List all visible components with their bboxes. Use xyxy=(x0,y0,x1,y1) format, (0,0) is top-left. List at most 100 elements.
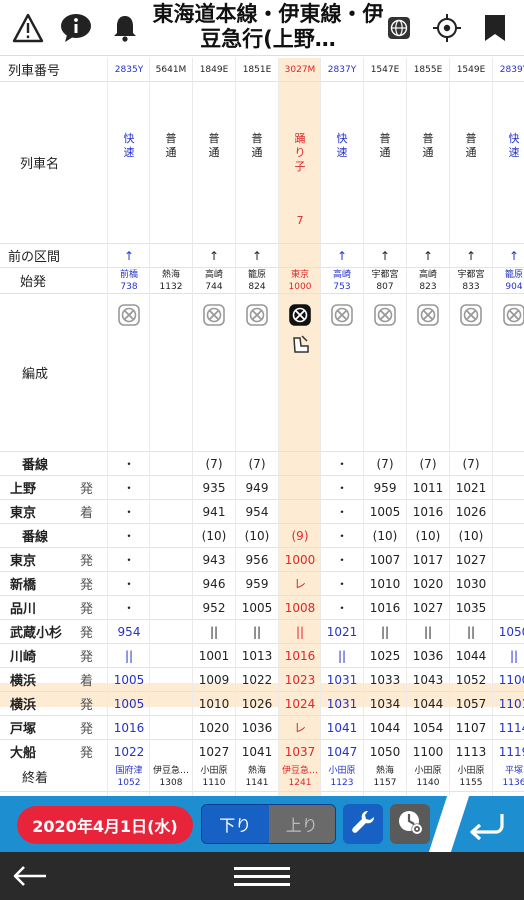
origin-cell[interactable]: 宇都宮 833 xyxy=(450,268,492,293)
time-cell[interactable]: 1005 xyxy=(108,668,150,691)
time-cell[interactable]: (7) xyxy=(193,452,235,475)
time-cell[interactable]: || xyxy=(108,644,150,667)
origin-cell[interactable]: 籠原 904 xyxy=(493,268,524,293)
prev-section-cell[interactable]: ↑ xyxy=(407,244,449,267)
prev-section-cell[interactable]: ↑ xyxy=(321,244,363,267)
time-cell[interactable]: 1036 xyxy=(407,644,449,667)
time-cell[interactable]: 1020 xyxy=(193,716,235,739)
time-cell[interactable]: ・ xyxy=(321,476,363,499)
date-button[interactable]: 2020年4月1日(水) xyxy=(17,806,193,844)
train-number-cell[interactable]: 2839Y xyxy=(493,58,524,81)
time-cell[interactable]: 959 xyxy=(364,476,406,499)
time-cell[interactable]: 1044 xyxy=(407,692,449,715)
time-cell[interactable]: 1026 xyxy=(236,692,278,715)
time-cell[interactable]: ・ xyxy=(321,524,363,547)
time-cell[interactable]: 1007 xyxy=(364,548,406,571)
time-cell[interactable]: ・ xyxy=(108,572,150,595)
time-cell[interactable]: ・ xyxy=(321,572,363,595)
time-cell[interactable]: 935 xyxy=(193,476,235,499)
nav-back-icon[interactable] xyxy=(10,862,50,890)
time-cell[interactable]: 1008 xyxy=(279,596,321,619)
time-cell[interactable]: 1005 xyxy=(236,596,278,619)
terminal-cell[interactable]: 小田原 1123 xyxy=(321,762,363,791)
formation-cell[interactable] xyxy=(364,294,406,451)
time-cell[interactable]: (7) xyxy=(364,452,406,475)
train-number-cell[interactable]: 2837Y xyxy=(321,58,363,81)
train-name-cell[interactable]: 普通 xyxy=(407,82,449,243)
prev-section-cell[interactable]: ↑ xyxy=(364,244,406,267)
time-cell[interactable]: (10) xyxy=(364,524,406,547)
time-cell[interactable]: 949 xyxy=(236,476,278,499)
time-cell[interactable]: 1107 xyxy=(450,716,492,739)
time-cell[interactable]: || xyxy=(364,620,406,643)
terminal-cell[interactable]: 伊豆急… 1308 xyxy=(150,762,192,791)
terminal-cell[interactable]: 小田原 1155 xyxy=(450,762,492,791)
time-cell[interactable]: || xyxy=(407,620,449,643)
train-name-cell[interactable]: 普通 xyxy=(193,82,235,243)
time-cell[interactable]: (7) xyxy=(236,452,278,475)
time-cell[interactable]: 1034 xyxy=(364,692,406,715)
train-name-cell[interactable]: 普通 xyxy=(236,82,278,243)
train-name-cell[interactable]: 快速 xyxy=(108,82,150,243)
terminal-cell[interactable]: 小田原 1110 xyxy=(193,762,235,791)
time-cell[interactable]: || xyxy=(279,620,321,643)
prev-section-cell[interactable]: ↑ xyxy=(450,244,492,267)
time-cell[interactable]: 1054 xyxy=(407,716,449,739)
time-cell[interactable]: 1113 xyxy=(450,740,492,763)
time-cell[interactable]: 1100 xyxy=(407,740,449,763)
time-cell[interactable]: 1035 xyxy=(450,596,492,619)
origin-cell[interactable]: 高崎 753 xyxy=(321,268,363,293)
train-number-cell[interactable]: 1851E xyxy=(236,58,278,81)
train-number-cell[interactable]: 1547E xyxy=(364,58,406,81)
time-cell[interactable]: 1041 xyxy=(236,740,278,763)
up-direction-button[interactable]: 上り xyxy=(268,805,335,843)
time-cell[interactable]: 1001 xyxy=(193,644,235,667)
time-cell[interactable]: ・ xyxy=(321,596,363,619)
nav-menu-icon[interactable] xyxy=(232,864,292,888)
time-settings-button[interactable] xyxy=(390,804,430,844)
time-cell[interactable]: || xyxy=(193,620,235,643)
origin-cell[interactable]: 高崎 744 xyxy=(193,268,235,293)
time-cell[interactable]: 1016 xyxy=(407,500,449,523)
time-cell[interactable]: 1009 xyxy=(193,668,235,691)
bell-icon[interactable] xyxy=(106,9,144,47)
time-cell[interactable]: 1037 xyxy=(279,740,321,763)
time-cell[interactable]: 1050 xyxy=(493,620,524,643)
time-cell[interactable]: || xyxy=(493,644,524,667)
time-cell[interactable]: 1031 xyxy=(321,692,363,715)
formation-cell[interactable] xyxy=(493,294,524,451)
time-cell[interactable]: 1047 xyxy=(321,740,363,763)
time-cell[interactable]: 1013 xyxy=(236,644,278,667)
time-cell[interactable]: 1031 xyxy=(321,668,363,691)
time-cell[interactable]: 1016 xyxy=(108,716,150,739)
time-cell[interactable]: 1041 xyxy=(321,716,363,739)
train-name-cell[interactable]: 快速 xyxy=(321,82,363,243)
time-cell[interactable]: レ xyxy=(279,716,321,739)
bookmark-icon[interactable] xyxy=(476,9,514,47)
origin-cell[interactable]: 東京 1000 xyxy=(279,268,321,293)
time-cell[interactable]: 1036 xyxy=(236,716,278,739)
origin-cell[interactable]: 宇都宮 807 xyxy=(364,268,406,293)
tools-button[interactable] xyxy=(343,804,383,844)
time-cell[interactable]: || xyxy=(321,644,363,667)
prev-section-cell[interactable]: ↑ xyxy=(493,244,524,267)
prev-section-cell[interactable]: ↑ xyxy=(108,244,150,267)
time-cell[interactable]: (10) xyxy=(193,524,235,547)
train-name-cell[interactable]: 踊り子 7 xyxy=(279,82,321,243)
time-cell[interactable]: 1027 xyxy=(193,740,235,763)
train-number-cell[interactable]: 1855E xyxy=(407,58,449,81)
time-cell[interactable]: レ xyxy=(279,572,321,595)
time-cell[interactable]: 956 xyxy=(236,548,278,571)
time-cell[interactable]: 1010 xyxy=(364,572,406,595)
time-cell[interactable]: || xyxy=(236,620,278,643)
formation-cell[interactable] xyxy=(407,294,449,451)
origin-cell[interactable]: 籠原 824 xyxy=(236,268,278,293)
time-cell[interactable]: ・ xyxy=(321,500,363,523)
time-cell[interactable]: 1057 xyxy=(450,692,492,715)
time-cell[interactable]: 941 xyxy=(193,500,235,523)
prev-section-cell[interactable] xyxy=(279,244,321,267)
formation-cell[interactable] xyxy=(236,294,278,451)
train-number-cell[interactable]: 1849E xyxy=(193,58,235,81)
formation-cell[interactable] xyxy=(279,294,321,451)
time-cell[interactable]: 1114 xyxy=(493,716,524,739)
